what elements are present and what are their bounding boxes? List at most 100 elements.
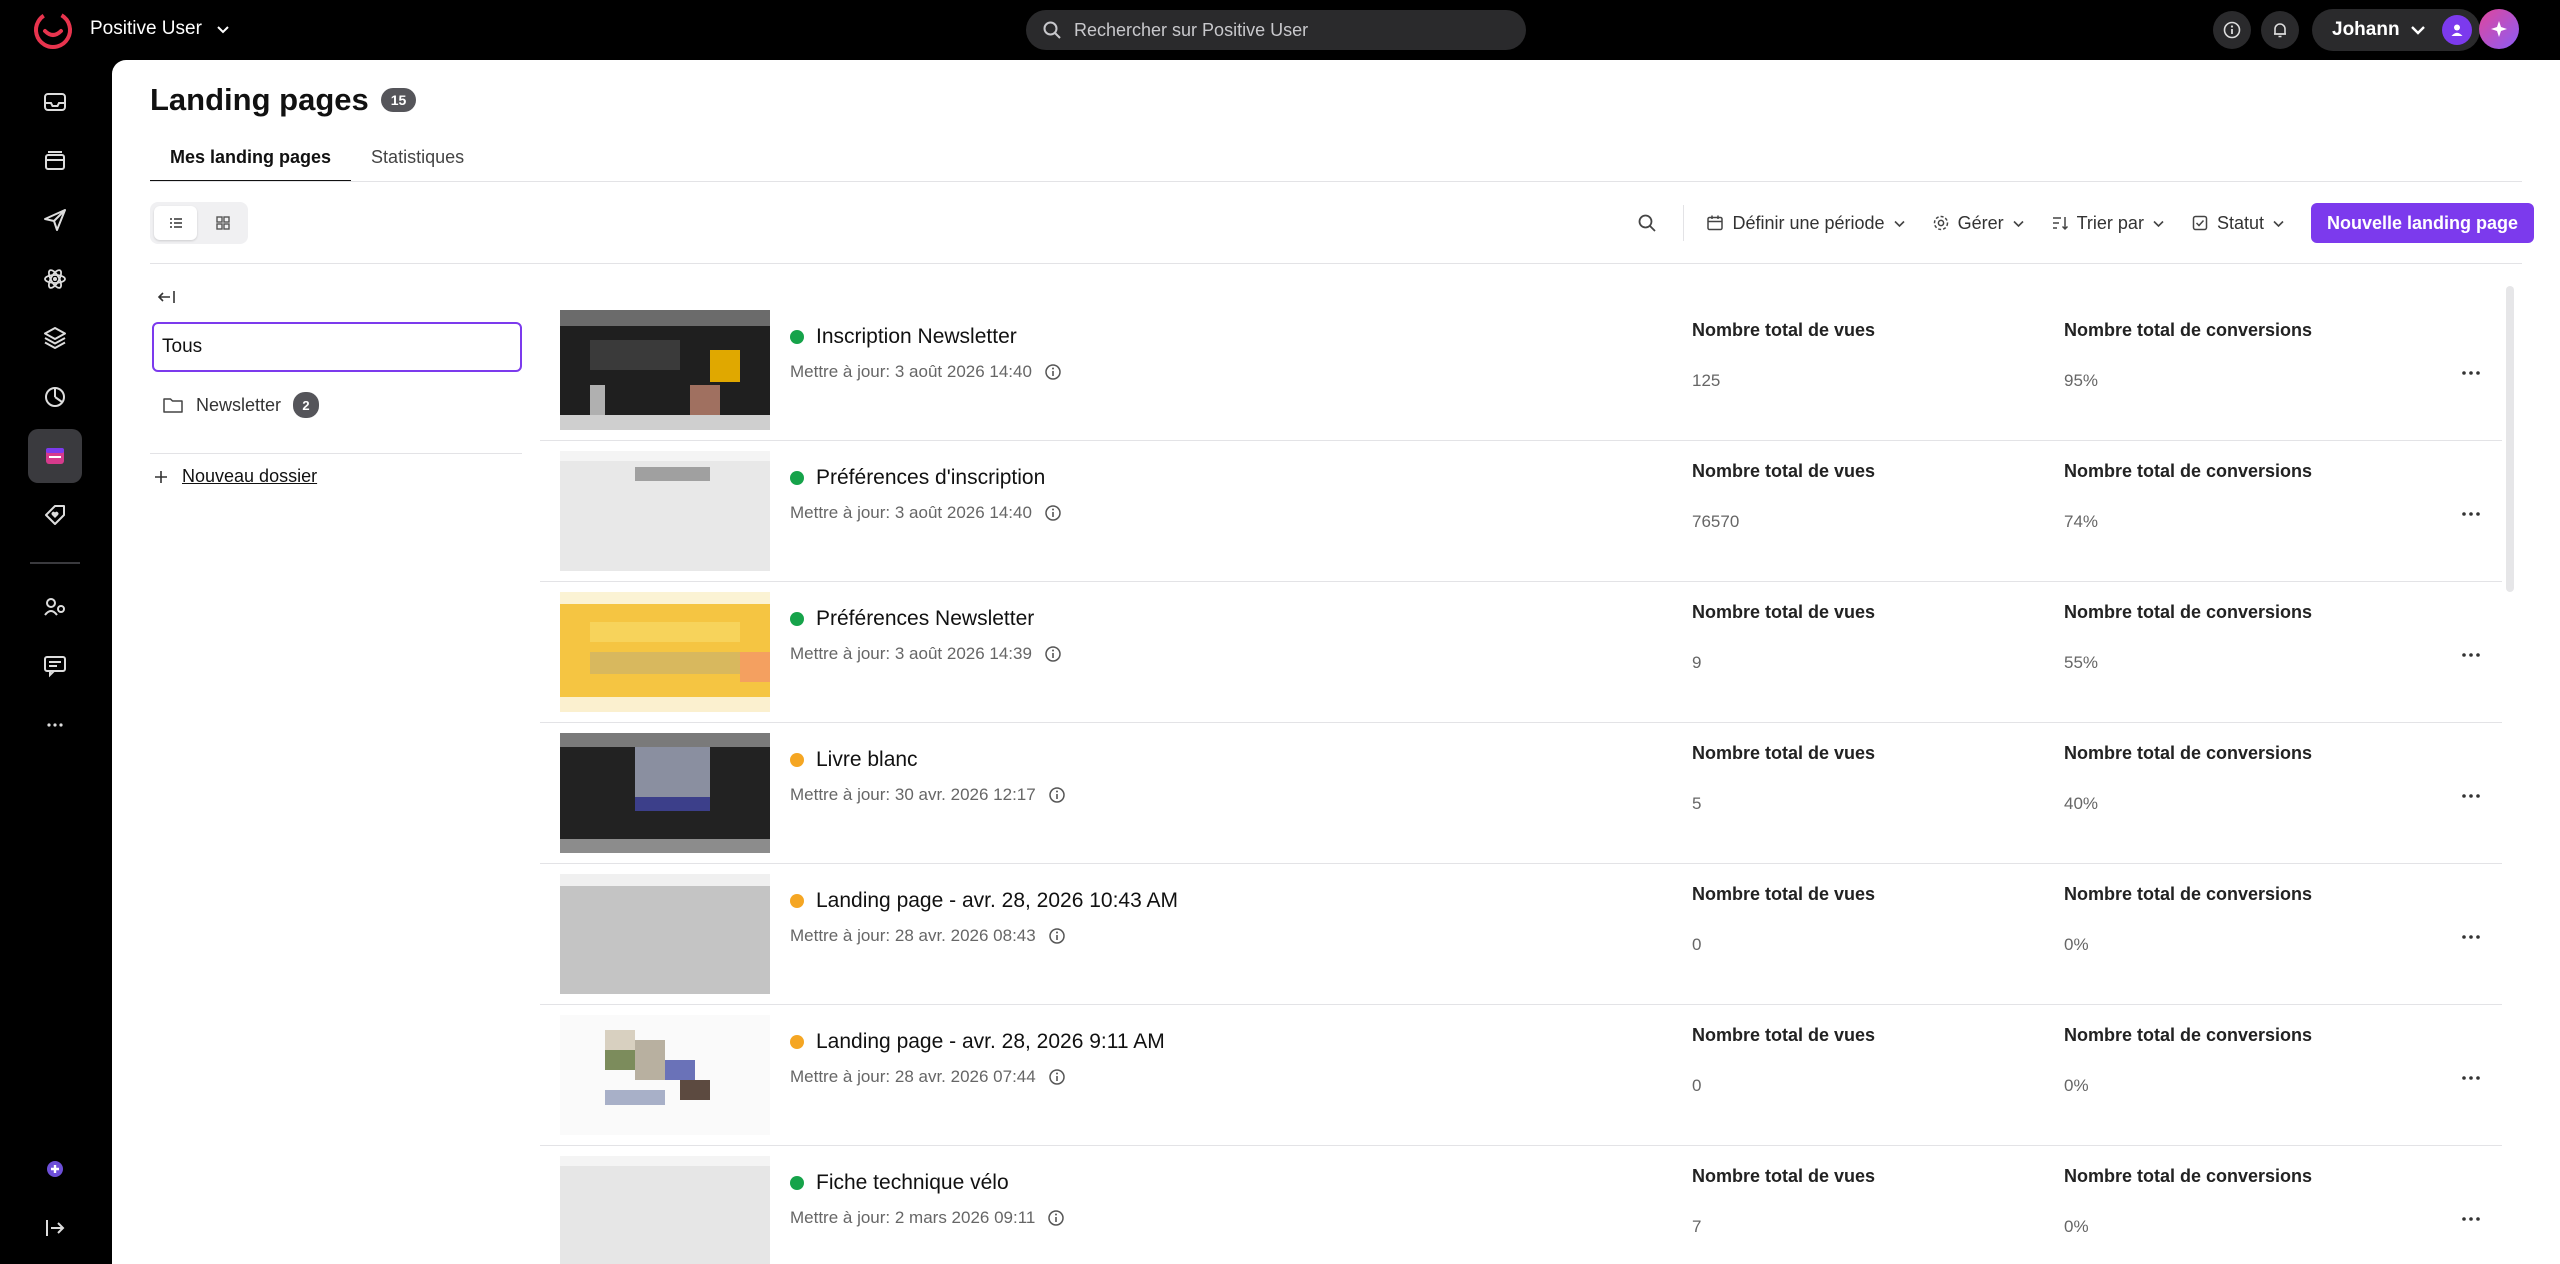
nav-automation[interactable] xyxy=(28,252,82,306)
status-dot xyxy=(790,330,804,344)
user-flow-icon xyxy=(44,598,65,616)
nav-templates[interactable] xyxy=(28,311,82,365)
landing-title[interactable]: Inscription Newsletter xyxy=(790,325,1017,349)
conversions-stat: Nombre total de conversions 0% xyxy=(2064,884,2312,955)
conversions-value: 95% xyxy=(2064,371,2099,390)
view-toggle xyxy=(150,202,248,244)
list-search-button[interactable] xyxy=(1627,203,1667,243)
tab-my-landing-pages[interactable]: Mes landing pages xyxy=(150,140,352,182)
list-item[interactable]: Livre blanc Mettre à jour: 30 avr. 2026 … xyxy=(540,723,2502,864)
user-icon xyxy=(2451,24,2463,36)
collapse-panel-icon[interactable] xyxy=(156,286,178,308)
chevron-down-icon xyxy=(1894,220,1905,227)
landing-title[interactable]: Préférences Newsletter xyxy=(790,607,1034,631)
folder-filter-input[interactable]: Tous xyxy=(152,322,522,372)
nav-archive[interactable] xyxy=(28,134,82,188)
new-folder-button[interactable]: Nouveau dossier xyxy=(152,466,317,487)
landing-updated: Mettre à jour: 28 avr. 2026 07:44 xyxy=(790,1067,1066,1087)
nav-campaigns[interactable] xyxy=(28,193,82,247)
list-item[interactable]: Landing page - avr. 28, 2026 10:43 AM Me… xyxy=(540,864,2502,1005)
views-stat: Nombre total de vues 9 xyxy=(1692,602,1875,673)
list-scrollbar[interactable] xyxy=(2506,286,2514,592)
new-landing-page-button[interactable]: Nouvelle landing page xyxy=(2310,203,2534,243)
landing-thumbnail[interactable] xyxy=(560,451,770,571)
list-item[interactable]: Inscription Newsletter Mettre à jour: 3 … xyxy=(540,300,2502,441)
info-icon[interactable] xyxy=(1044,645,1062,663)
info-icon[interactable] xyxy=(1048,1068,1066,1086)
folder-item-newsletter[interactable]: Newsletter 2 xyxy=(162,392,320,418)
nav-logout[interactable] xyxy=(28,1201,82,1255)
sort-dropdown[interactable]: Trier par xyxy=(2051,213,2165,234)
conversions-label: Nombre total de conversions xyxy=(2064,1166,2313,1186)
info-icon[interactable] xyxy=(1044,363,1062,381)
row-menu-button[interactable] xyxy=(2456,1204,2486,1234)
tab-statistics[interactable]: Statistiques xyxy=(351,140,484,182)
nav-landing-pages[interactable] xyxy=(28,429,82,483)
row-menu-button[interactable] xyxy=(2456,499,2486,529)
landing-thumbnail[interactable] xyxy=(560,1015,770,1135)
landing-thumbnail[interactable] xyxy=(560,733,770,853)
row-menu-button[interactable] xyxy=(2456,922,2486,952)
global-search-input[interactable]: Rechercher sur Positive User xyxy=(1026,10,1526,50)
folder-label: Newsletter xyxy=(196,394,282,415)
grid-view-button[interactable] xyxy=(201,206,244,240)
nav-inbox[interactable] xyxy=(28,75,82,129)
landing-updated: Mettre à jour: 30 avr. 2026 12:17 xyxy=(790,785,1066,805)
landing-thumbnail[interactable] xyxy=(560,874,770,994)
toolbar-divider xyxy=(1683,205,1685,241)
list-view-button[interactable] xyxy=(154,206,197,240)
period-dropdown[interactable]: Définir une période xyxy=(1706,213,1905,234)
views-label: Nombre total de vues xyxy=(1692,320,1876,340)
conversions-stat: Nombre total de conversions 40% xyxy=(2064,743,2312,814)
list-item[interactable]: Préférences d'inscription Mettre à jour:… xyxy=(540,441,2502,582)
nav-contacts[interactable] xyxy=(28,580,82,634)
landing-title[interactable]: Landing page - avr. 28, 2026 9:11 AM xyxy=(790,1030,1165,1054)
info-icon[interactable] xyxy=(1048,786,1066,804)
folder-divider xyxy=(150,453,522,454)
nav-loyalty[interactable] xyxy=(28,488,82,542)
sort-label: Trier par xyxy=(2076,212,2144,233)
row-menu-button[interactable] xyxy=(2456,781,2486,811)
nav-more[interactable] xyxy=(28,698,82,752)
inbox-icon xyxy=(44,93,66,111)
landing-title[interactable]: Livre blanc xyxy=(790,748,918,772)
info-icon[interactable] xyxy=(1048,927,1066,945)
list-item[interactable]: Landing page - avr. 28, 2026 9:11 AM Met… xyxy=(540,1005,2502,1146)
landing-thumbnail[interactable] xyxy=(560,310,770,430)
more-horizontal-icon xyxy=(2462,1217,2480,1221)
user-menu[interactable]: Johann xyxy=(2312,9,2480,51)
landing-title[interactable]: Préférences d'inscription xyxy=(790,466,1045,490)
views-label: Nombre total de vues xyxy=(1692,1166,1876,1186)
nav-integrations[interactable] xyxy=(28,1142,82,1196)
landing-thumbnail[interactable] xyxy=(560,1156,770,1264)
layers-icon xyxy=(44,327,66,349)
info-icon[interactable] xyxy=(1047,1209,1065,1227)
nav-conversations[interactable] xyxy=(28,639,82,693)
notifications-button[interactable] xyxy=(2261,11,2299,49)
updated-text: Mettre à jour: 30 avr. 2026 12:17 xyxy=(790,785,1036,804)
landing-thumbnail[interactable] xyxy=(560,592,770,712)
info-icon[interactable] xyxy=(1044,504,1062,522)
status-dropdown[interactable]: Statut xyxy=(2191,213,2285,234)
help-button[interactable] xyxy=(2213,11,2251,49)
row-menu-button[interactable] xyxy=(2456,640,2486,670)
row-menu-button[interactable] xyxy=(2456,358,2486,388)
landing-title[interactable]: Landing page - avr. 28, 2026 10:43 AM xyxy=(790,889,1178,913)
nav-reports[interactable] xyxy=(28,370,82,424)
ai-assistant-button[interactable] xyxy=(2479,9,2519,49)
workspace-switcher[interactable]: Positive User xyxy=(90,18,230,40)
search-placeholder: Rechercher sur Positive User xyxy=(1074,19,1309,40)
app-logo[interactable] xyxy=(32,9,74,51)
views-value: 76570 xyxy=(1692,512,1740,531)
tag-heart-icon xyxy=(45,505,65,525)
conversions-label: Nombre total de conversions xyxy=(2064,743,2313,763)
list-item[interactable]: Préférences Newsletter Mettre à jour: 3 … xyxy=(540,582,2502,723)
landing-title[interactable]: Fiche technique vélo xyxy=(790,1171,1009,1195)
status-dot xyxy=(790,1035,804,1049)
row-menu-button[interactable] xyxy=(2456,1063,2486,1093)
manage-dropdown[interactable]: Gérer xyxy=(1932,213,2025,234)
gear-icon xyxy=(1933,215,1948,231)
list-item[interactable]: Fiche technique vélo Mettre à jour: 2 ma… xyxy=(540,1146,2502,1264)
conversions-stat: Nombre total de conversions 0% xyxy=(2064,1166,2312,1237)
conversions-value: 0% xyxy=(2064,1217,2089,1236)
